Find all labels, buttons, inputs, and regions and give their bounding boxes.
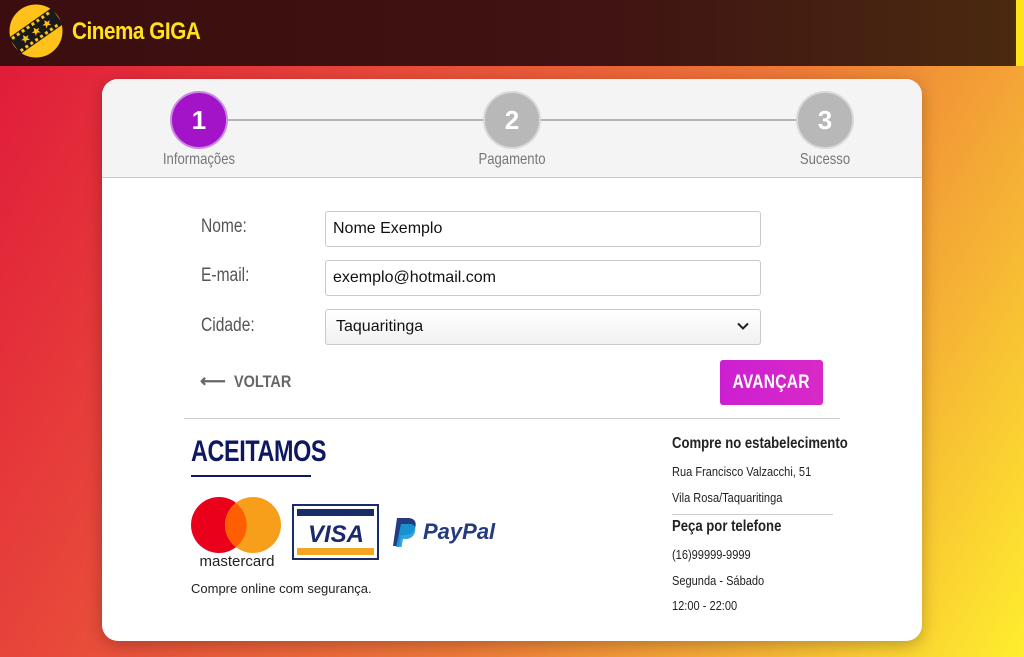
step-1-circle: 1 [170, 91, 228, 149]
city-select[interactable]: Taquaritinga [325, 309, 761, 345]
advance-label: AVANÇAR [732, 371, 811, 393]
address-line-2: Vila Rosa/Taquaritinga [672, 490, 783, 505]
top-bar-edge [1016, 0, 1024, 66]
back-button[interactable]: ⟵ VOLTAR [200, 371, 301, 392]
stepper: 1 2 3 Informações Pagamento Sucesso [102, 79, 922, 178]
step-3-circle: 3 [796, 91, 854, 149]
step-connector [228, 119, 484, 121]
visa-logo-icon: VISA [292, 504, 379, 560]
mastercard-logo-icon: mastercard [191, 497, 281, 570]
name-input[interactable]: Nome Exemplo [325, 211, 761, 247]
store-heading: Compre no estabelecimento [672, 435, 848, 452]
step-1-label: Informações [162, 151, 236, 168]
mastercard-text: mastercard [199, 553, 274, 570]
advance-button[interactable]: AVANÇAR [720, 360, 823, 405]
back-label: VOLTAR [233, 371, 292, 391]
visa-text: VISA [308, 521, 364, 548]
step-1-number: 1 [191, 104, 207, 135]
brand-name[interactable]: Cinema GIGA [72, 18, 201, 46]
step-connector [540, 119, 798, 121]
payments-title: ACEITAMOS [191, 435, 327, 468]
opening-days: Segunda - Sábado [672, 573, 765, 588]
phone-number: (16)99999-9999 [672, 547, 751, 562]
paypal-logo-icon: PayPal [391, 516, 495, 548]
phone-heading: Peça por telefone [672, 518, 782, 535]
checkout-card: 1 2 3 Informações Pagamento Sucesso Nome… [102, 79, 922, 641]
city-label: Cidade: [201, 315, 255, 336]
contact-divider [672, 514, 833, 515]
top-bar: Cinema GIGA [0, 0, 1024, 66]
step-2-number: 2 [504, 104, 520, 135]
cinema-logo-icon[interactable] [8, 3, 64, 59]
arrow-left-icon: ⟵ [200, 371, 226, 391]
section-divider [184, 418, 840, 419]
opening-hours: 12:00 - 22:00 [672, 598, 738, 613]
email-input[interactable]: exemplo@hotmail.com [325, 260, 761, 296]
address-line-1: Rua Francisco Valzacchi, 51 [672, 464, 812, 479]
step-2-circle: 2 [483, 91, 541, 149]
email-label: E-mail: [201, 265, 250, 286]
city-select-value: Taquaritinga [336, 318, 424, 335]
step-3-label: Sucesso [799, 151, 851, 168]
step-2-label: Pagamento [478, 151, 546, 168]
chevron-down-icon [737, 322, 749, 330]
paypal-text: PayPal [423, 519, 496, 544]
secure-note: Compre online com segurança. [191, 581, 372, 596]
step-3-number: 3 [817, 104, 833, 135]
name-label: Nome: [201, 216, 247, 237]
payments-title-underline [191, 475, 311, 477]
